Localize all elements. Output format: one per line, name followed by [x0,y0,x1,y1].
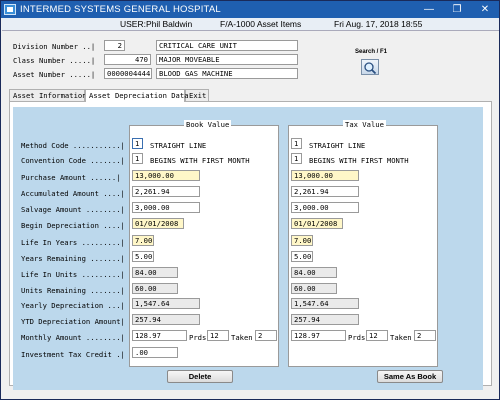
restore-button[interactable]: ❐ [443,4,471,15]
tab-exit[interactable]: Exit [185,89,209,101]
app-window: INTERMED SYSTEMS GENERAL HOSPITAL — ❐ ✕ … [0,0,500,400]
tax-life-in-years-field[interactable]: 7.00 [291,235,313,246]
book-prds-field[interactable]: 12 [207,330,229,341]
close-button[interactable]: ✕ [471,4,499,15]
ytd-depreciation-label: YTD Depreciation Amount| [21,317,125,326]
tab-asset-information[interactable]: Asset Information [9,89,87,101]
title-bar: INTERMED SYSTEMS GENERAL HOSPITAL — ❐ ✕ [1,1,499,18]
book-salvage-amount-field[interactable]: 3,000.00 [132,202,200,213]
class-label: Class Number .....| [13,56,96,65]
asset-desc-field: BLOOD GAS MACHINE [156,68,298,79]
book-method-desc: STRAIGHT LINE [150,141,207,150]
tax-taken-label: Taken [390,333,412,342]
tax-method-desc: STRAIGHT LINE [309,141,366,150]
accumulated-amount-label: Accumulated Amount ....| [21,189,125,198]
salvage-amount-label: Salvage Amount ........| [21,205,125,214]
class-number-field[interactable]: 470 [104,54,151,65]
tax-convention-code-field[interactable]: 1 [291,153,302,164]
book-taken-label: Taken [231,333,253,342]
years-remaining-label: Years Remaining .......| [21,254,125,263]
magnifier-icon [364,62,377,75]
book-monthly-amount-field[interactable]: 128.97 [132,330,187,341]
book-convention-code-field[interactable]: 1 [132,153,143,164]
tax-monthly-amount-field[interactable]: 128.97 [291,330,346,341]
tax-begin-depreciation-field[interactable]: 01/01/2008 [291,218,343,229]
convention-code-label: Convention Code .......| [21,156,125,165]
life-in-years-label: Life In Years .........| [21,238,125,247]
division-number-field[interactable]: 2 [104,40,125,51]
info-bar: USER:Phil Baldwin F/A-1000 Asset Items F… [2,18,499,31]
units-remaining-label: Units Remaining .......| [21,286,125,295]
asset-number-field[interactable]: 0000004444 [104,68,152,79]
tax-prds-label: Prds [348,333,366,342]
book-life-in-years-field[interactable]: 7.00 [132,235,154,246]
same-as-book-button[interactable]: Same As Book [377,370,443,383]
delete-button[interactable]: Delete [167,370,233,383]
tax-units-remaining-field: 60.00 [291,283,337,294]
book-method-code-field[interactable]: 1 [132,138,143,149]
class-desc-field: MAJOR MOVEABLE [156,54,298,65]
module-label: F/A-1000 Asset Items [220,19,302,29]
tax-salvage-amount-field[interactable]: 3,000.00 [291,202,359,213]
book-life-in-units-field: 84.00 [132,267,178,278]
book-prds-label: Prds [189,333,207,342]
tax-accumulated-amount-field[interactable]: 2,261.94 [291,186,359,197]
tax-ytd-depreciation-field: 257.94 [291,314,359,325]
minimize-button[interactable]: — [415,4,443,15]
user-label: USER:Phil Baldwin [120,19,193,29]
book-investment-tax-credit-field[interactable]: .00 [132,347,178,358]
method-code-label: Method Code ...........| [21,141,125,150]
tax-years-remaining-field[interactable]: 5.00 [291,251,313,262]
search-label: Search / F1 [355,49,388,55]
tax-yearly-depreciation-field: 1,547.64 [291,298,359,309]
book-begin-depreciation-field[interactable]: 01/01/2008 [132,218,184,229]
book-taken-field[interactable]: 2 [255,330,277,341]
window-title: INTERMED SYSTEMS GENERAL HOSPITAL [20,4,221,15]
book-purchase-amount-field[interactable]: 13,000.00 [132,170,200,181]
book-accumulated-amount-field[interactable]: 2,261.94 [132,186,200,197]
book-ytd-depreciation-field: 257.94 [132,314,200,325]
tax-method-code-field[interactable]: 1 [291,138,302,149]
search-button[interactable] [361,59,379,75]
division-desc-field: CRITICAL CARE UNIT [156,40,298,51]
book-years-remaining-field[interactable]: 5.00 [132,251,154,262]
tax-life-in-units-field: 84.00 [291,267,337,278]
book-yearly-depreciation-field: 1,547.64 [132,298,200,309]
tax-taken-field[interactable]: 2 [414,330,436,341]
tax-convention-desc: BEGINS WITH FIRST MONTH [309,156,409,165]
yearly-depreciation-label: Yearly Depreciation ...| [21,301,125,310]
tax-purchase-amount-field[interactable]: 13,000.00 [291,170,359,181]
datetime-label: Fri Aug. 17, 2018 18:55 [334,19,423,29]
tax-value-title: Tax Value [343,120,386,129]
app-icon [4,4,16,15]
investment-tax-credit-label: Investment Tax Credit .| [21,350,125,359]
book-value-title: Book Value [184,120,232,129]
tax-prds-field[interactable]: 12 [366,330,388,341]
asset-label: Asset Number .....| [13,70,96,79]
book-units-remaining-field: 60.00 [132,283,178,294]
begin-depreciation-label: Begin Depreciation ....| [21,221,125,230]
division-label: Division Number ..| [13,42,96,51]
tab-asset-depreciation-data[interactable]: Asset Depreciation Data [85,89,189,102]
purchase-amount-label: Purchase Amount ......| [21,173,121,182]
book-convention-desc: BEGINS WITH FIRST MONTH [150,156,250,165]
life-in-units-label: Life In Units .........| [21,270,125,279]
monthly-amount-label: Monthly Amount ........| [21,333,125,342]
